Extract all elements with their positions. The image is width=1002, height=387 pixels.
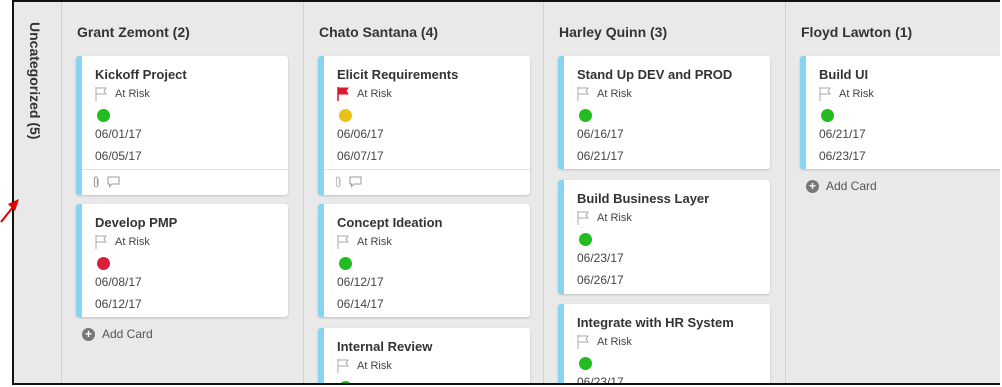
flag-icon[interactable]: [95, 235, 107, 249]
risk-label: At Risk: [597, 336, 632, 348]
card-build-ui[interactable]: Build UI At Risk 06/21/17 06/23/17: [800, 56, 1000, 169]
uncategorized-lane[interactable]: Uncategorized (5): [14, 2, 62, 383]
card-title: Concept Ideation: [337, 215, 443, 230]
comment-icon[interactable]: [107, 176, 120, 188]
card-kickoff-project[interactable]: Kickoff Project At Risk 06/01/17 06/05/1…: [76, 56, 288, 195]
risk-label: At Risk: [597, 212, 632, 224]
column-floyd-lawton: Floyd Lawton (1) Build UI At Risk 06/21/…: [786, 2, 1000, 383]
end-date: 06/21/17: [577, 149, 624, 163]
card-footer: [324, 169, 530, 194]
card-title: Build Business Layer: [577, 191, 710, 206]
column-chato-santana: Chato Santana (4) Elicit Requirements At…: [304, 2, 544, 383]
add-card-label: Add Card: [826, 179, 877, 193]
flag-icon[interactable]: [577, 87, 589, 101]
flag-icon[interactable]: [337, 87, 349, 101]
kanban-board: Uncategorized (5) Grant Zemont (2) Kicko…: [12, 0, 1000, 385]
end-date: 06/14/17: [337, 297, 384, 311]
card-title: Elicit Requirements: [337, 67, 459, 82]
card-stand-up-dev-and-prod[interactable]: Stand Up DEV and PROD At Risk 06/16/17 0…: [558, 56, 770, 169]
plus-circle-icon: +: [82, 327, 95, 341]
card-develop-pmp[interactable]: Develop PMP At Risk 06/08/17 06/12/17: [76, 204, 288, 317]
end-date: 06/23/17: [819, 149, 866, 163]
risk-label: At Risk: [357, 88, 392, 100]
end-date: 06/26/17: [577, 273, 624, 287]
risk-row: At Risk: [577, 335, 632, 349]
add-card-button[interactable]: + Add Card: [806, 179, 877, 193]
risk-row: At Risk: [337, 87, 392, 101]
card-integrate-with-hr-system[interactable]: Integrate with HR System At Risk 06/23/1…: [558, 304, 770, 385]
start-date: 06/23/17: [577, 375, 624, 385]
risk-row: At Risk: [337, 359, 392, 373]
status-indicator: [821, 109, 834, 122]
status-indicator: [579, 233, 592, 246]
start-date: 06/23/17: [577, 251, 624, 265]
risk-label: At Risk: [597, 88, 632, 100]
risk-row: At Risk: [577, 211, 632, 225]
start-date: 06/06/17: [337, 127, 384, 141]
flag-icon[interactable]: [577, 335, 589, 349]
flag-icon[interactable]: [819, 87, 831, 101]
card-title: Integrate with HR System: [577, 315, 734, 330]
risk-row: At Risk: [95, 87, 150, 101]
red-pointer-arrow-icon: [0, 199, 19, 223]
card-internal-review[interactable]: Internal Review At Risk: [318, 328, 530, 383]
column-title: Grant Zemont (2): [77, 24, 190, 40]
card-title: Stand Up DEV and PROD: [577, 67, 733, 82]
start-date: 06/01/17: [95, 127, 142, 141]
risk-row: At Risk: [337, 235, 392, 249]
flag-icon[interactable]: [577, 211, 589, 225]
status-indicator: [339, 109, 352, 122]
paperclip-icon[interactable]: [92, 176, 101, 189]
risk-label: At Risk: [357, 360, 392, 372]
flag-icon[interactable]: [337, 235, 349, 249]
column-title: Floyd Lawton (1): [801, 24, 913, 40]
card-title: Develop PMP: [95, 215, 178, 230]
end-date: 06/12/17: [95, 297, 142, 311]
comment-icon[interactable]: [349, 176, 362, 188]
card-concept-ideation[interactable]: Concept Ideation At Risk 06/12/17 06/14/…: [318, 204, 530, 317]
card-title: Build UI: [819, 67, 869, 82]
start-date: 06/21/17: [819, 127, 866, 141]
card-title: Kickoff Project: [95, 67, 187, 82]
risk-label: At Risk: [357, 236, 392, 248]
plus-circle-icon: +: [806, 179, 819, 193]
risk-row: At Risk: [577, 87, 632, 101]
column-title: Chato Santana (4): [319, 24, 439, 40]
status-indicator: [97, 257, 110, 270]
end-date: 06/05/17: [95, 149, 142, 163]
card-title: Internal Review: [337, 339, 433, 354]
status-indicator: [97, 109, 110, 122]
card-build-business-layer[interactable]: Build Business Layer At Risk 06/23/17 06…: [558, 180, 770, 294]
card-elicit-requirements[interactable]: Elicit Requirements At Risk 06/06/17 06/…: [318, 56, 530, 195]
start-date: 06/08/17: [95, 275, 142, 289]
column-grant-zemont: Grant Zemont (2) Kickoff Project At Risk…: [62, 2, 304, 383]
flag-icon[interactable]: [337, 359, 349, 373]
risk-label: At Risk: [115, 236, 150, 248]
status-indicator: [339, 381, 352, 383]
status-indicator: [579, 109, 592, 122]
column-harley-quinn: Harley Quinn (3) Stand Up DEV and PROD A…: [544, 2, 786, 383]
risk-row: At Risk: [819, 87, 874, 101]
risk-row: At Risk: [95, 235, 150, 249]
add-card-button[interactable]: + Add Card: [82, 327, 153, 341]
paperclip-icon[interactable]: [334, 176, 343, 189]
uncategorized-lane-label: Uncategorized (5): [27, 22, 43, 140]
flag-icon[interactable]: [95, 87, 107, 101]
start-date: 06/12/17: [337, 275, 384, 289]
risk-label: At Risk: [839, 88, 874, 100]
end-date: 06/07/17: [337, 149, 384, 163]
add-card-label: Add Card: [102, 327, 153, 341]
start-date: 06/16/17: [577, 127, 624, 141]
column-title: Harley Quinn (3): [559, 24, 668, 40]
risk-label: At Risk: [115, 88, 150, 100]
status-indicator: [339, 257, 352, 270]
status-indicator: [579, 357, 592, 370]
card-footer: [82, 169, 288, 194]
